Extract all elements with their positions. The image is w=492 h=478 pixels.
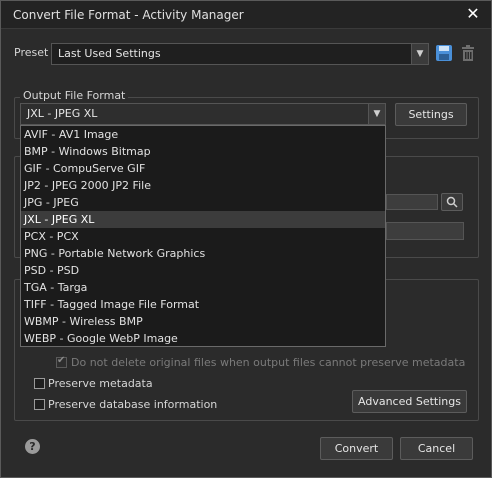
output-folder-field[interactable] [386, 194, 438, 210]
dropdown-option[interactable]: JP2 - JPEG 2000 JP2 File [21, 177, 385, 194]
convert-button[interactable]: Convert [320, 437, 393, 460]
settings-button[interactable]: Settings [395, 103, 467, 126]
preset-selected-value: Last Used Settings [58, 47, 161, 60]
checkmark-icon: ✔ [57, 355, 66, 366]
dropdown-option[interactable]: TIFF - Tagged Image File Format [21, 296, 385, 313]
dropdown-option[interactable]: GIF - CompuServe GIF [21, 160, 385, 177]
no-delete-label: Do not delete original files when output… [71, 356, 466, 369]
window-title: Convert File Format - Activity Manager [13, 8, 244, 22]
dropdown-option[interactable]: BMP - Windows Bitmap [21, 143, 385, 160]
cancel-button[interactable]: Cancel [400, 437, 473, 460]
dropdown-option[interactable]: JXL - JPEG XL [21, 211, 385, 228]
output-format-dropdown-list: AVIF - AV1 Image BMP - Windows Bitmap GIF … [20, 125, 386, 347]
output-format-group-title: Output File Format [20, 89, 129, 102]
preset-select[interactable]: Last Used Settings ▼ [51, 43, 429, 65]
trash-icon[interactable] [459, 44, 477, 62]
preserve-db-checkbox[interactable] [34, 399, 45, 410]
close-icon[interactable]: ✕ [465, 6, 481, 22]
dropdown-option[interactable]: TGA - Targa [21, 279, 385, 296]
browse-button[interactable] [441, 193, 463, 211]
no-delete-checkbox[interactable]: ✔ [56, 355, 67, 368]
dropdown-option[interactable]: JPG - JPEG [21, 194, 385, 211]
dropdown-option[interactable]: PCX - PCX [21, 228, 385, 245]
output-format-selected-value: JXL - JPEG XL [27, 107, 98, 120]
preserve-db-label: Preserve database information [48, 398, 218, 411]
convert-file-format-dialog: Convert File Format - Activity Manager ✕… [0, 0, 492, 478]
filename-field[interactable] [386, 222, 464, 240]
title-bar: Convert File Format - Activity Manager ✕ [1, 1, 491, 29]
save-icon[interactable] [435, 44, 453, 62]
preset-label: Preset [14, 46, 49, 59]
chevron-down-icon[interactable]: ▼ [411, 44, 428, 64]
dropdown-option[interactable]: PSD - PSD [21, 262, 385, 279]
advanced-settings-button[interactable]: Advanced Settings [352, 390, 467, 413]
chevron-down-icon[interactable]: ▼ [368, 104, 385, 124]
dropdown-option[interactable]: WBMP - Wireless BMP [21, 313, 385, 330]
dropdown-option[interactable]: PNG - Portable Network Graphics [21, 245, 385, 262]
preserve-metadata-label: Preserve metadata [48, 377, 153, 390]
output-format-select[interactable]: JXL - JPEG XL ▼ [20, 103, 386, 125]
search-icon [446, 196, 458, 208]
dropdown-option[interactable]: WEBP - Google WebP Image [21, 330, 385, 347]
help-icon[interactable]: ? [25, 439, 40, 454]
dropdown-option[interactable]: AVIF - AV1 Image [21, 126, 385, 143]
preserve-metadata-checkbox[interactable] [34, 378, 45, 389]
